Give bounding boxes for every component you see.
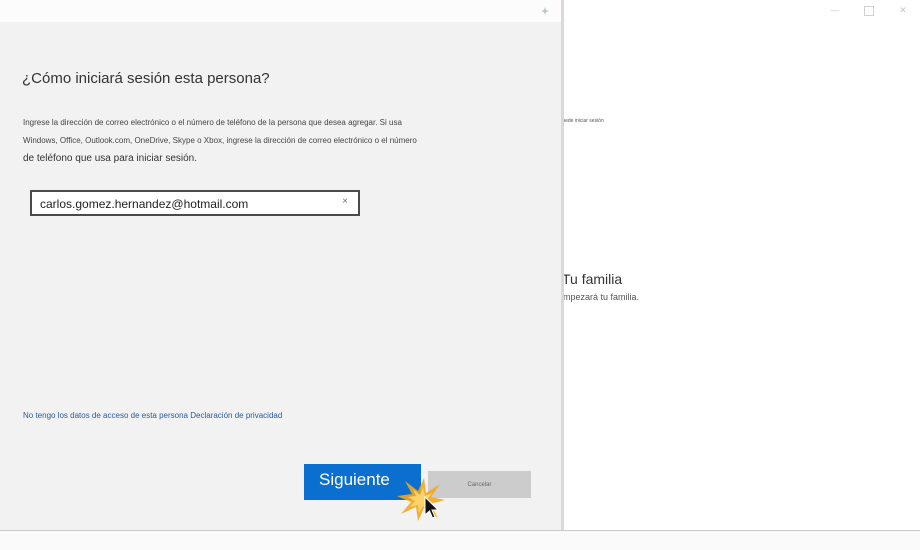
email-field-container[interactable]: × xyxy=(30,190,360,216)
add-person-dialog: ¿Cómo iniciará sesión esta persona? Ingr… xyxy=(0,0,564,530)
instruction-text: Ingrese la dirección de correo electróni… xyxy=(23,114,523,168)
instruction-line-2: Windows, Office, Outlook.com, OneDrive, … xyxy=(23,136,417,145)
dialog-title-bar xyxy=(0,0,561,22)
dialog-links: No tengo los datos de acceso de esta per… xyxy=(23,411,282,420)
maximize-icon[interactable] xyxy=(864,6,874,16)
sign-in-side-label: Puede iniciar sesión xyxy=(559,118,604,124)
instruction-line-3: de teléfono que usa para iniciar sesión. xyxy=(23,153,198,164)
privacy-statement-link[interactable]: Declaración de privacidad xyxy=(190,411,282,420)
no-sign-in-info-link[interactable]: No tengo los datos de acceso de esta per… xyxy=(23,411,188,420)
mouse-pointer-icon xyxy=(424,496,440,519)
sparkle-icon xyxy=(541,7,549,15)
clear-icon[interactable]: × xyxy=(342,196,348,207)
minimize-icon[interactable]: — xyxy=(828,5,842,15)
email-field[interactable] xyxy=(40,195,330,213)
family-heading: Tu familia xyxy=(562,271,623,287)
dialog-title: ¿Cómo iniciará sesión esta persona? xyxy=(22,70,270,87)
close-icon[interactable]: ✕ xyxy=(896,5,910,16)
taskbar-strip xyxy=(0,530,920,550)
instruction-line-1: Ingrese la dirección de correo electróni… xyxy=(23,118,402,127)
window-controls: — ✕ xyxy=(828,4,910,16)
family-subtext: empezará tu familia. xyxy=(558,292,640,302)
